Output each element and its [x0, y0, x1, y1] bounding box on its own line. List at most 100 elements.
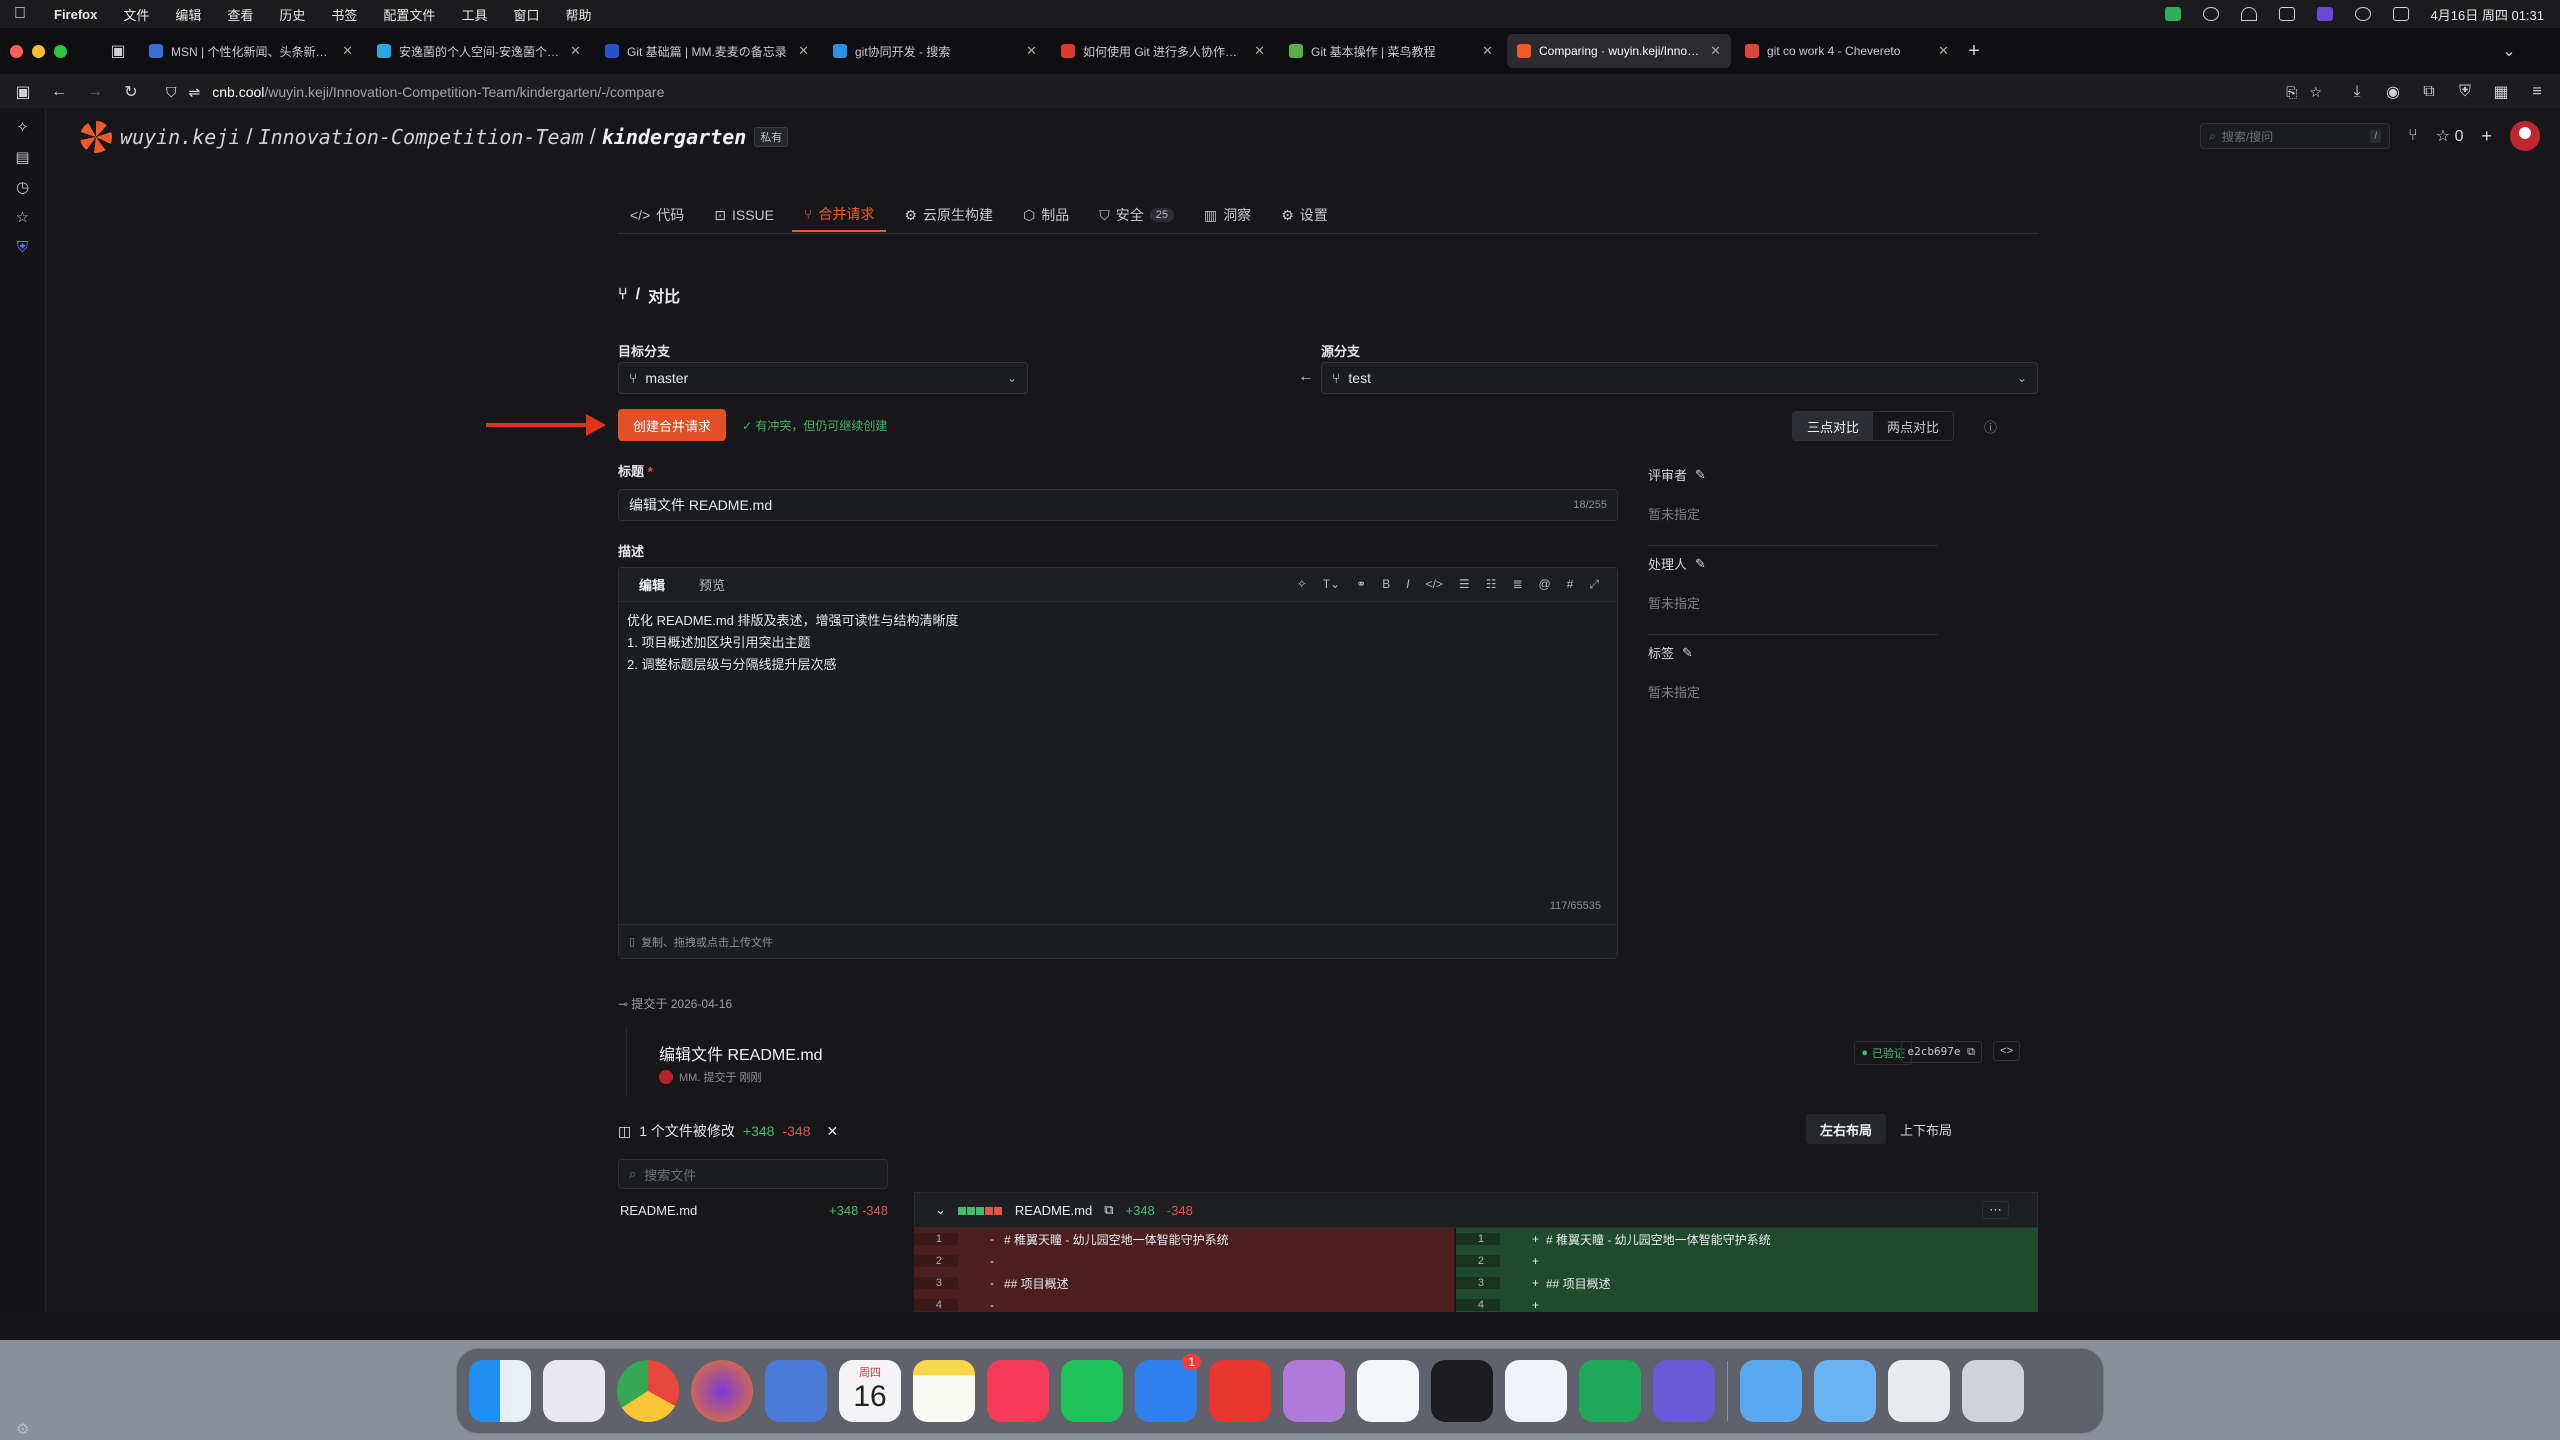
edit-icon[interactable]: ✎ — [1695, 556, 1706, 572]
avatar[interactable] — [659, 1070, 673, 1084]
file-list-item[interactable]: README.md +348 -348 — [620, 1203, 888, 1218]
finder-icon[interactable] — [469, 1360, 531, 1422]
close-icon[interactable]: ✕ — [1026, 43, 1037, 59]
screenshot-thumbnail[interactable] — [1888, 1360, 1950, 1422]
purple-app-icon[interactable] — [1653, 1360, 1715, 1422]
description-text[interactable]: 优化 README.md 排版及表述，增强可读性与结构清晰度 1. 项目概述加区… — [619, 602, 1617, 684]
search-input[interactable]: ⌕ 搜索/搜问 / — [2200, 123, 2391, 149]
browser-tab[interactable]: 如何使用 Git 进行多人协作开发（ ✕ — [1051, 34, 1275, 68]
trash-icon[interactable] — [1962, 1360, 2024, 1422]
menu-tools[interactable]: 工具 — [461, 5, 487, 24]
cat-app-icon[interactable] — [1283, 1360, 1345, 1422]
shield-icon[interactable]: ⛉ — [166, 84, 177, 101]
file-search-input[interactable]: ⌕ 搜索文件 — [618, 1159, 888, 1189]
ai-sparkle-icon[interactable]: ✧ — [15, 120, 31, 136]
target-branch-select[interactable]: ⑂ master ⌄ — [618, 362, 1028, 394]
menu-history[interactable]: 历史 — [279, 5, 305, 24]
download-icon[interactable]: ⤓ — [2346, 81, 2368, 103]
star-button[interactable]: ☆ 0 — [2436, 126, 2464, 146]
bookmark-star-icon[interactable]: ☆ — [2309, 84, 2322, 101]
chat-app-icon[interactable]: 1 — [1135, 1354, 1201, 1422]
extension-icon[interactable]: ▦ — [2490, 81, 2512, 103]
close-icon[interactable]: ✕ — [798, 43, 809, 59]
browser-tab-active[interactable]: Comparing · wuyin.keji/Innovati ✕ — [1507, 34, 1731, 68]
tab-cloud-build[interactable]: ⚙ 云原生构建 — [892, 198, 1005, 232]
menu-help[interactable]: 帮助 — [565, 5, 591, 24]
clock[interactable]: 4月16日 周四 01:31 — [2431, 5, 2544, 24]
zoom-window-button[interactable] — [54, 44, 67, 58]
launchpad-icon[interactable] — [543, 1360, 605, 1422]
menu-window[interactable]: 窗口 — [513, 5, 539, 24]
create-merge-request-button[interactable]: 创建合并请求 — [618, 409, 726, 441]
tab-merge[interactable]: ⑂ 合并请求 — [792, 198, 887, 232]
upload-hint[interactable]: ▯ 复制、拖拽或点击上传文件 — [619, 924, 1617, 958]
bold-icon[interactable]: B — [1382, 577, 1390, 592]
forward-button[interactable]: → — [84, 81, 106, 103]
site-info-icon[interactable]: ⇌ — [189, 84, 201, 101]
new-tab-button[interactable]: + — [1963, 40, 1985, 62]
cnb-logo-icon[interactable] — [80, 121, 112, 153]
search-icon[interactable] — [2354, 7, 2371, 21]
address-bar[interactable]: ⛉ ⇌ cnb.cool/wuyin.keji/Innovation-Compe… — [156, 78, 2332, 106]
account-icon[interactable]: ◉ — [2382, 81, 2404, 103]
minimize-window-button[interactable] — [32, 44, 45, 58]
link-icon[interactable]: ⚭ — [1356, 577, 1366, 592]
close-icon[interactable]: ✕ — [570, 43, 581, 59]
wechat-status-icon[interactable] — [2202, 7, 2219, 21]
close-icon[interactable]: ✕ — [827, 1123, 839, 1140]
breadcrumb-team[interactable]: Innovation-Competition-Team — [259, 125, 584, 149]
title-input[interactable]: 编辑文件 README.md 18/255 — [618, 489, 1618, 521]
vscode-icon[interactable] — [1505, 1360, 1567, 1422]
italic-icon[interactable]: I — [1406, 577, 1409, 592]
gear-icon[interactable]: ⚙ — [16, 1420, 29, 1438]
browser-tab[interactable]: Git 基础篇 | MM.麦麦の备忘录 ✕ — [595, 34, 819, 68]
three-dot-compare-button[interactable]: 三点对比 — [1793, 412, 1874, 440]
tab-insight[interactable]: ▥ 洞察 — [1192, 198, 1263, 232]
edit-icon[interactable]: ✎ — [1682, 645, 1693, 661]
music-icon[interactable] — [987, 1360, 1049, 1422]
info-icon[interactable]: ⓘ — [1984, 417, 1997, 436]
menu-file[interactable]: 文件 — [123, 5, 149, 24]
more-options-icon[interactable]: ⋯ — [1982, 1201, 2009, 1219]
wifi-icon[interactable] — [2240, 7, 2257, 21]
task-list-icon[interactable]: ≣ — [1512, 577, 1522, 592]
side-by-side-layout-button[interactable]: 左右布局 — [1806, 1114, 1887, 1144]
tab-gear[interactable]: ⚙ 设置 — [1269, 198, 1340, 232]
tab-edit[interactable]: 编辑 — [639, 575, 665, 594]
extensions-icon[interactable]: ⧉ — [2418, 81, 2440, 103]
menu-app-name[interactable]: Firefox — [54, 7, 97, 22]
plus-icon[interactable]: + — [2481, 126, 2492, 147]
feishu-icon[interactable] — [1357, 1360, 1419, 1422]
tab-package[interactable]: ⬡ 制品 — [1011, 198, 1081, 232]
firefox-icon[interactable] — [691, 1360, 753, 1422]
commit-hash[interactable]: e2cb697e ⧉ — [1900, 1041, 1982, 1063]
calendar-icon[interactable]: 周四 16 — [839, 1360, 901, 1422]
close-icon[interactable]: ✕ — [1710, 43, 1721, 59]
browser-tab[interactable]: git co work 4 - Chevereto ✕ — [1735, 34, 1959, 68]
close-icon[interactable]: ✕ — [342, 43, 353, 59]
copy-icon[interactable]: ⧉ — [1104, 1202, 1113, 1218]
browser-tab[interactable]: git协同开发 - 搜索 ✕ — [823, 34, 1047, 68]
source-branch-select[interactable]: ⑂ test ⌄ — [1321, 362, 2038, 394]
two-dot-compare-button[interactable]: 两点对比 — [1873, 412, 1953, 440]
unordered-list-icon[interactable]: ☷ — [1486, 577, 1497, 592]
tab-issue[interactable]: ⊡ ISSUE — [702, 198, 786, 232]
browser-app-icon[interactable] — [1209, 1360, 1271, 1422]
applications-folder-icon[interactable] — [1740, 1360, 1802, 1422]
reload-button[interactable]: ↻ — [120, 81, 142, 103]
heading-icon[interactable]: T⌄ — [1323, 577, 1340, 592]
menu-bookmarks[interactable]: 书签 — [331, 5, 357, 24]
hash-icon[interactable]: # — [1567, 577, 1574, 592]
menu-edit[interactable]: 编辑 — [175, 5, 201, 24]
close-icon[interactable]: ✕ — [1938, 43, 1949, 59]
chrome-icon[interactable] — [617, 1360, 679, 1422]
edit-icon[interactable]: ✎ — [1695, 467, 1706, 483]
commit-message[interactable]: 编辑文件 README.md — [659, 1041, 823, 1065]
fork-icon[interactable]: ⑂ — [2408, 127, 2418, 145]
notes-icon[interactable] — [913, 1360, 975, 1422]
ordered-list-icon[interactable]: ☰ — [1459, 577, 1470, 592]
history-icon[interactable]: ◷ — [15, 180, 31, 196]
stacked-layout-button[interactable]: 上下布局 — [1886, 1114, 1966, 1144]
description-editor[interactable]: 编辑 预览 ✧ T⌄ ⚭ B I </> ☰ ☷ ≣ @ # ⤢ 优化 README.md 排版及表述… — [618, 567, 1618, 959]
downloads-folder-icon[interactable] — [1814, 1360, 1876, 1422]
